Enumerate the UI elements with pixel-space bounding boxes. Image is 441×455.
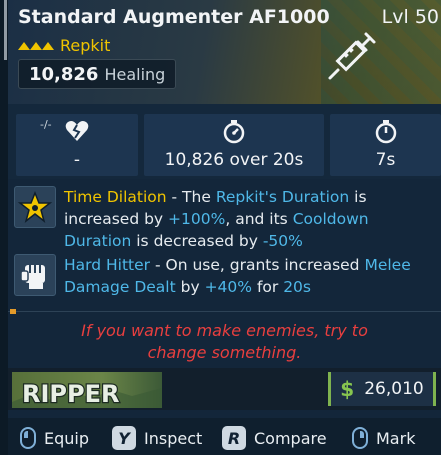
card-left-edge	[0, 0, 8, 455]
inspect-action[interactable]: Y Inspect	[112, 425, 202, 451]
price-value: 26,010	[364, 379, 424, 399]
stat-na-label: -/-	[40, 118, 52, 131]
manufacturer-row: Repkit	[18, 36, 110, 55]
stat-c-value: 7s	[375, 150, 396, 170]
mark-label: Mark	[376, 428, 416, 448]
item-level: Lvl 50	[381, 6, 439, 28]
perk-2-text: Hard Hitter - On use, grants increased M…	[64, 254, 440, 298]
perk-1-part: is decreased by	[131, 232, 263, 250]
action-bar: Equip Y Inspect R Compare Mark	[8, 418, 441, 455]
stats-row: -/- - 10,826 over 20s 7s	[8, 104, 441, 179]
compare-label: Compare	[254, 428, 327, 448]
manufacturer-name: Repkit	[60, 36, 111, 55]
r-key-icon: R	[222, 426, 246, 450]
perk-2-value: +40%	[204, 278, 253, 296]
item-name: Standard Augmenter AF1000	[18, 6, 330, 28]
star-icon	[14, 186, 56, 228]
perk-1-keyword: Repkit's Duration	[215, 188, 350, 206]
fist-icon	[14, 254, 56, 296]
healing-label: Healing	[104, 64, 166, 84]
y-key-icon: Y	[112, 426, 136, 450]
perk-2-name: Hard Hitter	[64, 256, 151, 274]
ripper-graffiti-icon: RIPPER	[12, 379, 162, 408]
perk-2-part: by	[175, 278, 205, 296]
ripper-logo: RIPPER	[12, 372, 162, 408]
flavor-text: If you want to make enemies, try to chan…	[8, 320, 441, 364]
perk-1-value: +100%	[168, 210, 226, 228]
perk-1-name: Time Dilation	[64, 188, 167, 206]
item-banner: RIPPER $ 26,010	[8, 368, 441, 410]
inspect-label: Inspect	[144, 428, 203, 448]
stat-cooldown: 7s	[330, 114, 441, 176]
timer-icon	[375, 120, 396, 144]
perk-2-part: for	[252, 278, 284, 296]
equip-action[interactable]: Equip	[20, 425, 89, 451]
stat-b-value: 10,826 over 20s	[164, 150, 304, 170]
perk-1-part: , and its	[225, 210, 293, 228]
broken-heart-icon	[65, 121, 89, 141]
perk-1-value: -50%	[262, 232, 303, 250]
compare-action[interactable]: R Compare	[222, 425, 327, 451]
stat-a-value: -	[73, 150, 81, 170]
perk-1-text: Time Dilation - The Repkit's Duration is…	[64, 186, 440, 252]
mouse-left-click-icon	[20, 427, 36, 449]
manufacturer-logo-icon	[18, 41, 54, 50]
perk-2-value: 20s	[283, 278, 311, 296]
stat-heal-over-time: 10,826 over 20s	[144, 114, 324, 176]
perk-2-part: - On use, grants increased	[150, 256, 365, 274]
item-card: Standard Augmenter AF1000 Lvl 50 Repkit …	[0, 0, 441, 455]
currency-icon: $	[340, 377, 355, 401]
mouse-right-click-icon	[352, 427, 368, 449]
item-header: Standard Augmenter AF1000 Lvl 50 Repkit …	[8, 0, 441, 104]
divider-accent	[10, 309, 16, 314]
flavor-line-2: change something.	[147, 343, 302, 362]
ripper-logo-text: RIPPER	[22, 380, 119, 408]
syringe-icon	[328, 32, 376, 80]
stopwatch-icon	[223, 120, 245, 144]
healing-value: 10,826	[29, 63, 99, 85]
price-box: $ 26,010	[328, 372, 436, 406]
perk-1-part: - The	[166, 188, 216, 206]
divider	[8, 311, 441, 312]
equip-label: Equip	[44, 428, 90, 448]
flavor-line-1: If you want to make enemies, try to	[81, 321, 368, 340]
healing-stat: 10,826 Healing	[18, 59, 177, 89]
stat-healing-rate: -/- -	[16, 114, 138, 176]
mark-action[interactable]: Mark	[352, 425, 415, 451]
